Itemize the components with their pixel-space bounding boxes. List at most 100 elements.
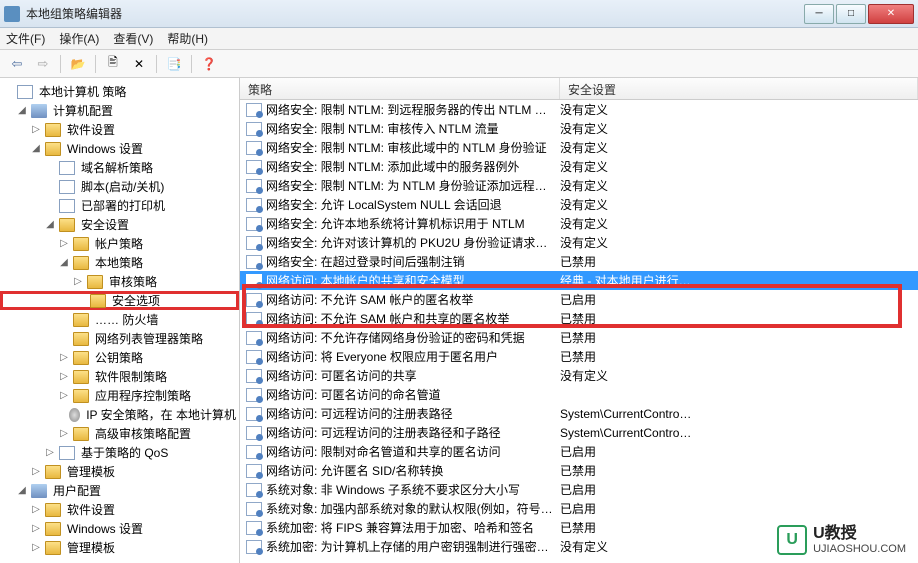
policy-icon: [246, 445, 262, 459]
tree-item-label: 审核策略: [106, 272, 160, 291]
list-row[interactable]: 网络访问: 将 Everyone 权限应用于匿名用户已禁用: [240, 347, 918, 366]
close-button[interactable]: ✕: [868, 4, 914, 24]
expand-icon[interactable]: ▷: [58, 390, 70, 401]
tree-item[interactable]: ◢本地策略: [0, 253, 239, 272]
policy-value: 没有定义: [560, 196, 918, 213]
tree-item[interactable]: 本地计算机 策略: [0, 82, 239, 101]
expand-icon[interactable]: ▷: [58, 371, 70, 382]
expand-icon[interactable]: ▷: [72, 276, 84, 287]
back-button[interactable]: ⇦: [6, 53, 28, 75]
tree-item[interactable]: ▷ 应用程序控制策略: [0, 386, 239, 405]
folder-icon: [73, 256, 89, 270]
tree-item[interactable]: ◢计算机配置: [0, 101, 239, 120]
filter-button[interactable]: ✕: [128, 53, 150, 75]
policy-name: 网络安全: 限制 NTLM: 审核传入 NTLM 流量: [266, 120, 560, 137]
up-button[interactable]: 📂: [67, 53, 89, 75]
expand-icon[interactable]: ▷: [30, 504, 42, 515]
tree-item[interactable]: 域名解析策略: [0, 158, 239, 177]
list-row[interactable]: 系统对象: 非 Windows 子系统不要求区分大小写已启用: [240, 480, 918, 499]
expand-icon[interactable]: ◢: [30, 143, 42, 154]
tree-item[interactable]: …… 防火墙: [0, 310, 239, 329]
tree-item[interactable]: 网络列表管理器策略: [0, 329, 239, 348]
expand-icon[interactable]: ▷: [44, 447, 56, 458]
list-row[interactable]: 网络访问: 可匿名访问的共享没有定义: [240, 366, 918, 385]
expand-icon[interactable]: ▷: [30, 466, 42, 477]
menu-file[interactable]: 文件(F): [6, 30, 45, 47]
tree-item[interactable]: ▷软件限制策略: [0, 367, 239, 386]
separator: [156, 55, 157, 73]
policy-name: 网络访问: 本地帐户的共享和安全模型: [266, 272, 560, 289]
tree-item[interactable]: ▷公钥策略: [0, 348, 239, 367]
list-row[interactable]: 网络安全: 限制 NTLM: 审核此域中的 NTLM 身份验证没有定义: [240, 138, 918, 157]
expand-icon[interactable]: ▷: [58, 352, 70, 363]
list-row[interactable]: 网络安全: 在超过登录时间后强制注销已禁用: [240, 252, 918, 271]
list-row[interactable]: 网络安全: 允许对该计算机的 PKU2U 身份验证请求使用联…没有定义: [240, 233, 918, 252]
tree-item[interactable]: ▷软件设置: [0, 120, 239, 139]
column-header-setting[interactable]: 安全设置: [560, 78, 918, 99]
tree-item[interactable]: ▷高级审核策略配置: [0, 424, 239, 443]
list-row[interactable]: 网络访问: 可远程访问的注册表路径System\CurrentContro…: [240, 404, 918, 423]
expand-icon[interactable]: ◢: [16, 485, 28, 496]
tree-item[interactable]: ◢Windows 设置: [0, 139, 239, 158]
tree-item[interactable]: ◢用户配置: [0, 481, 239, 500]
tree-item[interactable]: ▷ 审核策略: [0, 272, 239, 291]
tree-item[interactable]: ▷管理模板: [0, 538, 239, 557]
list-row[interactable]: 网络安全: 允许 LocalSystem NULL 会话回退没有定义: [240, 195, 918, 214]
tree-item[interactable]: ▷软件设置: [0, 500, 239, 519]
list-row[interactable]: 网络安全: 允许本地系统将计算机标识用于 NTLM没有定义: [240, 214, 918, 233]
expand-icon[interactable]: ◢: [58, 257, 70, 268]
tree-item-label: 管理模板: [64, 462, 118, 481]
list-row[interactable]: 网络访问: 可远程访问的注册表路径和子路径System\CurrentContr…: [240, 423, 918, 442]
menu-action[interactable]: 操作(A): [59, 30, 99, 47]
list-row[interactable]: 网络访问: 本地帐户的共享和安全模型经典 - 对本地用户进行…: [240, 271, 918, 290]
policy-icon: [246, 274, 262, 288]
expand-icon[interactable]: ▷: [30, 542, 42, 553]
help-button[interactable]: ❓: [198, 53, 220, 75]
list-row[interactable]: 网络安全: 限制 NTLM: 为 NTLM 身份验证添加远程服务器…没有定义: [240, 176, 918, 195]
list-row[interactable]: 系统对象: 加强内部系统对象的默认权限(例如，符号链接)已启用: [240, 499, 918, 518]
export-icon: 🖹: [108, 53, 118, 74]
tree-item[interactable]: 脚本(启动/关机): [0, 177, 239, 196]
menu-view[interactable]: 查看(V): [113, 30, 153, 47]
expand-icon[interactable]: ▷: [58, 238, 70, 249]
tree-item[interactable]: ▷ 管理模板: [0, 462, 239, 481]
minimize-button[interactable]: ─: [804, 4, 834, 24]
list-row[interactable]: 网络访问: 允许匿名 SID/名称转换已禁用: [240, 461, 918, 480]
list-row[interactable]: 网络访问: 不允许 SAM 帐户和共享的匿名枚举已禁用: [240, 309, 918, 328]
expand-icon[interactable]: ◢: [16, 105, 28, 116]
tree-item[interactable]: 安全选项: [0, 291, 239, 310]
tree-item[interactable]: ◢安全设置: [0, 215, 239, 234]
refresh-button[interactable]: 📑: [163, 53, 185, 75]
list-row[interactable]: 网络访问: 可匿名访问的命名管道: [240, 385, 918, 404]
watermark-brand: U教授: [813, 525, 906, 543]
tree-item[interactable]: ▷Windows 设置: [0, 519, 239, 538]
list-row[interactable]: 网络访问: 限制对命名管道和共享的匿名访问已启用: [240, 442, 918, 461]
expand-icon[interactable]: ▷: [30, 523, 42, 534]
tree-item[interactable]: ▷基于策略的 QoS: [0, 443, 239, 462]
export-button[interactable]: 🖹: [102, 53, 124, 75]
tree-item-label: 帐户策略: [92, 234, 146, 253]
list-row[interactable]: 网络安全: 限制 NTLM: 添加此域中的服务器例外没有定义: [240, 157, 918, 176]
expand-icon[interactable]: ▷: [30, 124, 42, 135]
policy-icon: [246, 160, 262, 174]
policy-value: 已禁用: [560, 310, 918, 327]
column-header-policy[interactable]: 策略: [240, 78, 560, 99]
policy-name: 系统对象: 加强内部系统对象的默认权限(例如，符号链接): [266, 500, 560, 517]
list-pane[interactable]: 策略 安全设置 网络安全: 限制 NTLM: 到远程服务器的传出 NTLM 流量…: [240, 78, 918, 563]
tree-item-label: 应用程序控制策略: [92, 386, 194, 405]
expand-icon[interactable]: ▷: [58, 428, 70, 439]
policy-value: 已启用: [560, 500, 918, 517]
tree-item[interactable]: ▷ 帐户策略: [0, 234, 239, 253]
tree-pane[interactable]: 本地计算机 策略◢计算机配置▷软件设置◢Windows 设置域名解析策略脚本(启…: [0, 78, 240, 563]
folder-icon: [90, 294, 106, 308]
tree-item[interactable]: IP 安全策略，在 本地计算机: [0, 405, 239, 424]
list-row[interactable]: 网络安全: 限制 NTLM: 审核传入 NTLM 流量没有定义: [240, 119, 918, 138]
tree-item[interactable]: 已部署的打印机: [0, 196, 239, 215]
list-row[interactable]: 网络访问: 不允许存储网络身份验证的密码和凭据已禁用: [240, 328, 918, 347]
menu-help[interactable]: 帮助(H): [167, 30, 208, 47]
list-row[interactable]: 网络安全: 限制 NTLM: 到远程服务器的传出 NTLM 流量没有定义: [240, 100, 918, 119]
maximize-button[interactable]: □: [836, 4, 866, 24]
policy-name: 网络安全: 允许对该计算机的 PKU2U 身份验证请求使用联…: [266, 234, 560, 251]
expand-icon[interactable]: ◢: [44, 219, 56, 230]
list-row[interactable]: 网络访问: 不允许 SAM 帐户的匿名枚举已启用: [240, 290, 918, 309]
